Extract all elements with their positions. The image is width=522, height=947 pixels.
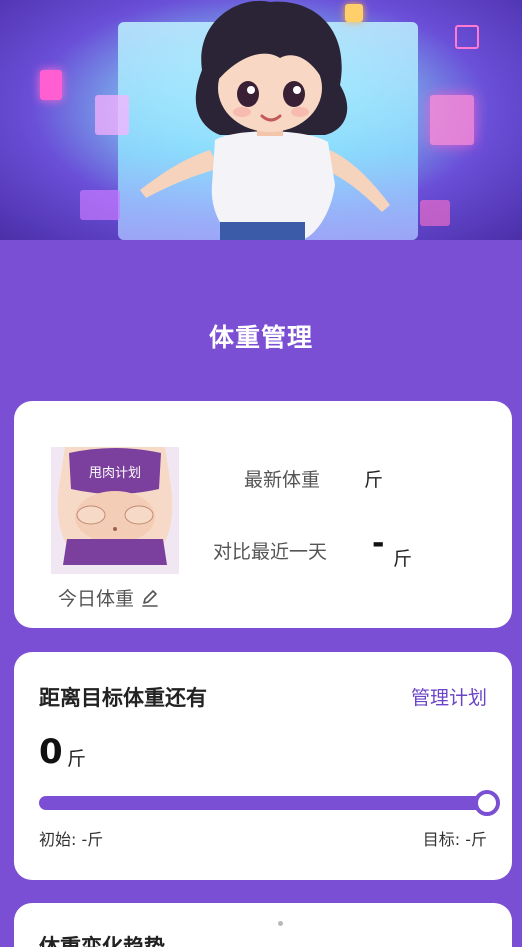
remaining-weight-value: 0 <box>39 732 63 772</box>
neon-decoration <box>80 190 120 220</box>
today-weight-edit[interactable]: 今日体重 <box>58 584 160 611</box>
trend-card-title: 体重变化趋势 <box>39 935 165 947</box>
scroll-indicator-dot <box>278 921 283 926</box>
page-title: 体重管理 <box>208 323 313 352</box>
latest-weight-label: 最新体重 <box>244 469 321 491</box>
neon-decoration <box>40 70 62 100</box>
weight-trend-card: 体重变化趋势 <box>14 903 512 947</box>
cartoon-girl-illustration <box>140 0 390 240</box>
compare-last-day-unit: 斤 <box>393 548 413 570</box>
start-weight-label: 初始: -斤 <box>39 830 104 849</box>
weight-plan-avatar-image[interactable]: 甩肉计划 <box>51 447 179 574</box>
latest-weight-unit: 斤 <box>364 469 384 491</box>
manage-plan-link[interactable]: 管理计划 <box>411 683 487 710</box>
neon-decoration <box>430 95 474 145</box>
neon-decoration <box>95 95 129 135</box>
svg-text:甩肉计划: 甩肉计划 <box>89 466 141 481</box>
hero-banner-image <box>0 0 522 240</box>
neon-decoration <box>455 25 479 49</box>
today-weight-label: 今日体重 <box>58 588 135 610</box>
remaining-weight-unit: 斤 <box>67 748 87 770</box>
goal-progress-knob <box>474 790 500 816</box>
pencil-icon[interactable] <box>140 588 160 608</box>
neon-decoration <box>420 200 450 226</box>
compare-last-day-label: 对比最近一天 <box>213 541 328 563</box>
target-weight-label: 目标: -斤 <box>422 830 487 849</box>
goal-progress-card: 距离目标体重还有 管理计划 0 斤 初始: -斤 目标: -斤 <box>14 652 512 880</box>
goal-card-title: 距离目标体重还有 <box>39 686 207 710</box>
weight-summary-card: 甩肉计划 今日体重 最新体重 斤 对比最近一天 - 斤 <box>14 401 512 628</box>
compare-last-day-value: - <box>372 526 385 561</box>
goal-progress-bar <box>39 796 487 810</box>
